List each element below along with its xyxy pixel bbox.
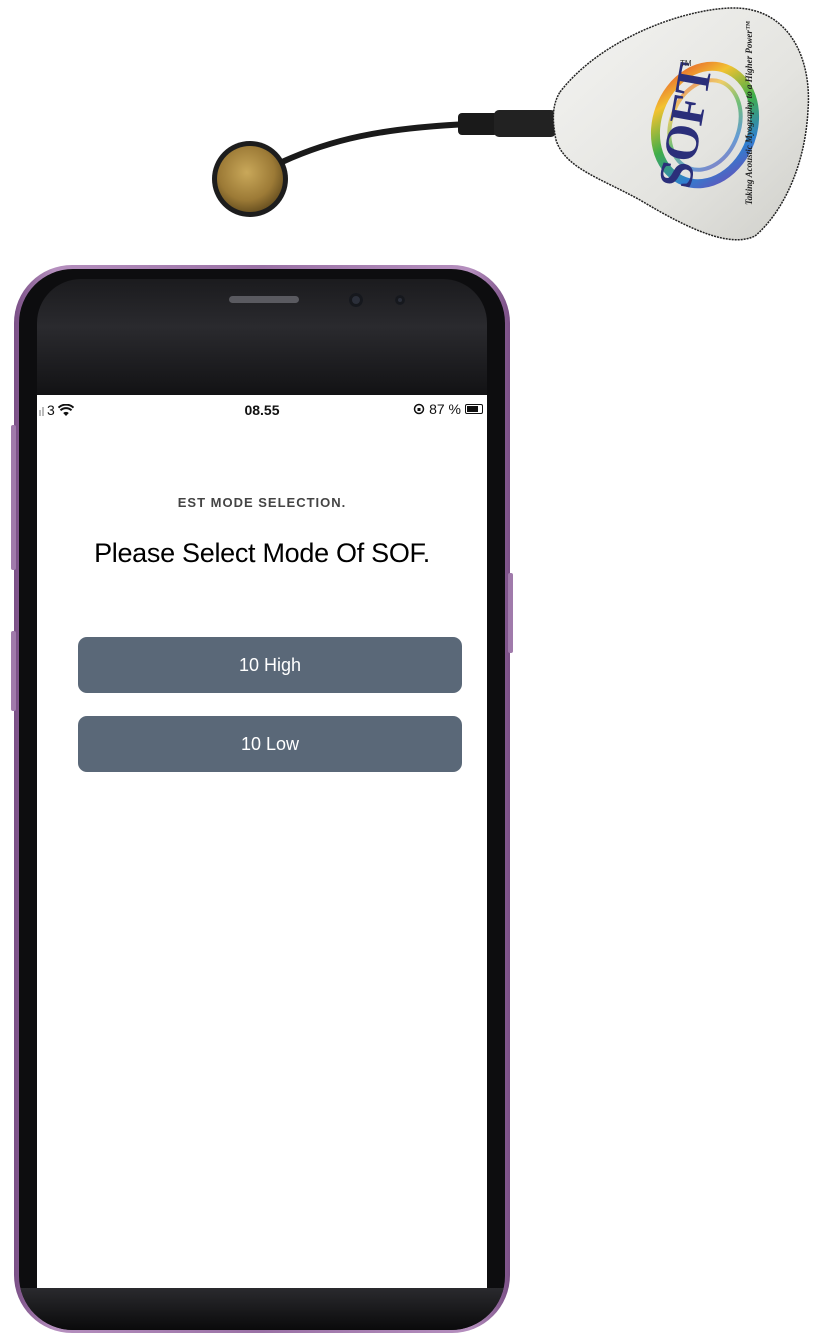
sensor-cable (279, 121, 473, 165)
bottom-bezel (19, 1288, 505, 1330)
page-subtitle: EST MODE SELECTION. (177, 495, 347, 510)
volume-button (11, 425, 16, 570)
mode-10-high-button[interactable]: 10 High (78, 637, 462, 693)
mode-10-low-button[interactable]: 10 Low (78, 716, 462, 772)
logo-tagline: Taking Acoustic Myography to a Higher Po… (744, 20, 754, 205)
acoustic-sensor-device: SOFT TM Taking Acoustic Myography to a H… (212, 7, 810, 241)
phone-body: 3 08.55 87 % EST MODE SELECTION. Please … (19, 269, 505, 1330)
sensor-icon (395, 295, 405, 305)
status-right: 87 % (413, 401, 483, 417)
battery-icon (465, 404, 483, 414)
logo-trademark: TM (680, 59, 692, 68)
phone-frame: 3 08.55 87 % EST MODE SELECTION. Please … (11, 265, 513, 1333)
power-button (508, 573, 513, 653)
rotation-lock-icon (413, 403, 425, 415)
page-title: Please Select Mode Of SOF. (94, 538, 430, 568)
front-camera-icon (349, 293, 363, 307)
battery-percent: 87 % (429, 401, 461, 417)
bixby-button (11, 631, 16, 711)
stage: SOFT TM Taking Acoustic Myography to a H… (0, 0, 817, 1333)
earpiece-speaker (229, 296, 299, 303)
status-bar: 3 08.55 87 % (37, 395, 487, 425)
app-screen: 3 08.55 87 % EST MODE SELECTION. Please … (37, 395, 487, 1289)
